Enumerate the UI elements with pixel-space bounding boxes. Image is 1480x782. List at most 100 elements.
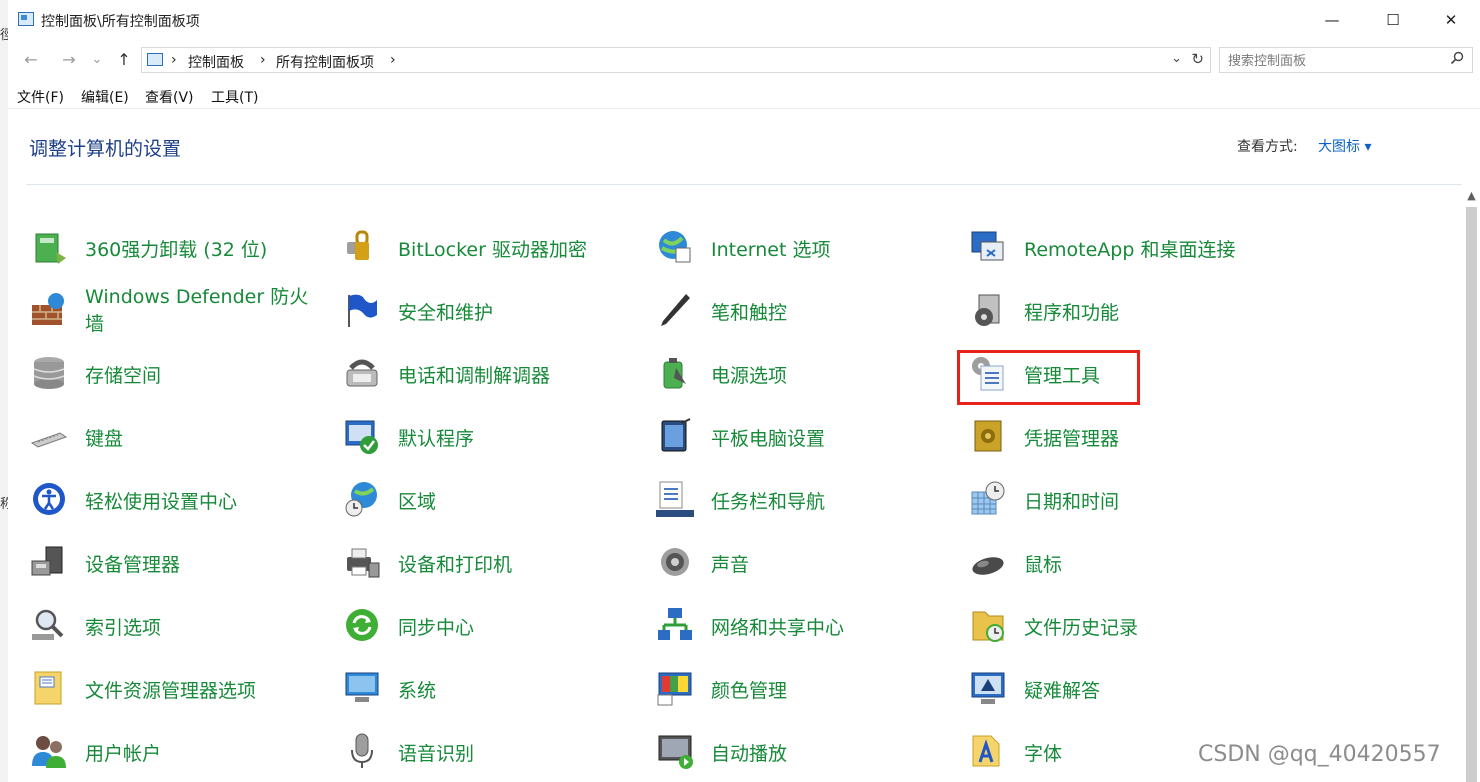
control-panel-item-label[interactable]: 声音 [711,550,749,577]
search-input[interactable] [1226,51,1440,71]
control-panel-item[interactable]: 同步中心 [342,595,642,655]
control-panel-item-label[interactable]: 日期和时间 [1024,487,1119,514]
control-panel-item-label[interactable]: 默认程序 [398,424,474,451]
control-panel-item-label[interactable]: 网络和共享中心 [711,613,844,640]
control-panel-item-label[interactable]: 疑难解答 [1024,676,1100,703]
breadcrumb-all-items[interactable]: 所有控制面板项 [276,52,374,72]
control-panel-item-label[interactable]: 任务栏和导航 [711,487,825,514]
address-field[interactable]: › 控制面板 › 所有控制面板项 › ⌄ ↻ [141,47,1211,73]
menu-edit[interactable]: 编辑(E) [81,87,129,107]
control-panel-item-label[interactable]: 设备管理器 [85,550,180,577]
breadcrumb-control-panel[interactable]: 控制面板 [188,52,244,72]
control-panel-item-label[interactable]: 区域 [398,487,436,514]
view-by-dropdown[interactable]: 大图标 ▾ [1318,136,1371,156]
back-button[interactable]: ← [20,50,42,69]
control-panel-item[interactable]: 凭据管理器 [968,406,1268,466]
scroll-up-arrow[interactable]: ▲ [1463,189,1480,202]
control-panel-item[interactable]: 安全和维护 [342,280,642,340]
control-panel-item[interactable]: 声音 [655,532,955,592]
forward-button[interactable]: → [58,50,80,69]
control-panel-item[interactable]: 程序和功能 [968,280,1268,340]
control-panel-item-label[interactable]: 鼠标 [1024,550,1062,577]
control-panel-item[interactable]: 疑难解答 [968,658,1268,718]
search-box[interactable] [1219,47,1473,73]
control-panel-item-label[interactable]: 平板电脑设置 [711,424,825,451]
control-panel-item-label[interactable]: 电源选项 [711,361,787,388]
control-panel-item-label[interactable]: 文件资源管理器选项 [85,676,256,703]
scroll-thumb[interactable] [1466,207,1477,782]
control-panel-item-label[interactable]: 用户帐户 [85,739,161,766]
recent-locations-button[interactable]: ⌄ [86,52,108,67]
control-panel-item[interactable]: 系统 [342,658,642,718]
menu-view[interactable]: 查看(V) [145,87,194,107]
control-panel-item[interactable]: 电源选项 [655,343,955,403]
control-panel-item[interactable]: 设备和打印机 [342,532,642,592]
control-panel-item[interactable]: 区域 [342,469,642,529]
maximize-button[interactable]: ☐ [1370,4,1416,36]
control-panel-item[interactable]: 语音识别 [342,721,642,781]
control-panel-item-label[interactable]: 程序和功能 [1024,298,1119,325]
control-panel-item-label[interactable]: Internet 选项 [711,235,830,262]
control-panel-item[interactable]: 日期和时间 [968,469,1268,529]
control-panel-item-label[interactable]: 系统 [398,676,436,703]
control-panel-item-label[interactable]: RemoteApp 和桌面连接 [1024,235,1235,262]
control-panel-item-label[interactable]: 索引选项 [85,613,161,640]
control-panel-item-label[interactable]: 笔和触控 [711,298,787,325]
control-panel-item-label[interactable]: 键盘 [85,424,123,451]
menu-tools[interactable]: 工具(T) [211,87,258,107]
control-panel-item[interactable]: 颜色管理 [655,658,955,718]
control-panel-item[interactable]: 笔和触控 [655,280,955,340]
title-bar[interactable]: 控制面板\所有控制面板项 — ☐ ✕ [8,0,1480,40]
control-panel-item[interactable]: 键盘 [29,406,329,466]
search-icon[interactable] [1450,51,1464,69]
control-panel-item[interactable]: 网络和共享中心 [655,595,955,655]
control-panel-item[interactable]: 自动播放 [655,721,955,781]
minimize-button[interactable]: — [1309,4,1355,36]
page-title: 调整计算机的设置 [29,138,182,160]
control-panel-item-label[interactable]: Windows Defender 防火墙 [85,284,325,338]
control-panel-item-label[interactable]: 设备和打印机 [398,550,512,577]
control-panel-item[interactable]: Windows Defender 防火墙 [29,280,329,340]
control-panel-item-label[interactable]: 安全和维护 [398,298,493,325]
vertical-scrollbar[interactable]: ▲ [1463,185,1480,782]
control-panel-item-label[interactable]: 电话和调制解调器 [398,361,550,388]
breadcrumb-separator: › [171,52,177,68]
address-dropdown-icon[interactable]: ⌄ [1171,51,1182,66]
control-panel-item[interactable]: 存储空间 [29,343,329,403]
control-panel-item-label[interactable]: 自动播放 [711,739,787,766]
power-icon [655,353,695,393]
control-panel-item-label[interactable]: 颜色管理 [711,676,787,703]
control-panel-item[interactable]: 设备管理器 [29,532,329,592]
pen-icon [655,290,695,330]
control-panel-item[interactable]: 索引选项 [29,595,329,655]
control-panel-item-label[interactable]: 文件历史记录 [1024,613,1138,640]
control-panel-item-label[interactable]: 语音识别 [398,739,474,766]
close-button[interactable]: ✕ [1428,4,1474,36]
control-panel-item[interactable]: 轻松使用设置中心 [29,469,329,529]
control-panel-item[interactable]: Internet 选项 [655,217,955,277]
menu-file[interactable]: 文件(F) [17,87,64,107]
control-panel-item[interactable]: 360强力卸载 (32 位) [29,217,329,277]
control-panel-item-label[interactable]: 存储空间 [85,361,161,388]
up-button[interactable]: ↑ [113,50,135,69]
control-panel-item-label[interactable]: BitLocker 驱动器加密 [398,235,587,262]
control-panel-item-label[interactable]: 凭据管理器 [1024,424,1119,451]
control-panel-item[interactable]: 电话和调制解调器 [342,343,642,403]
control-panel-item[interactable]: RemoteApp 和桌面连接 [968,217,1268,277]
control-panel-item[interactable]: 平板电脑设置 [655,406,955,466]
control-panel-item[interactable]: 鼠标 [968,532,1268,592]
control-panel-item[interactable]: 默认程序 [342,406,642,466]
control-panel-item[interactable]: 用户帐户 [29,721,329,781]
control-panel-item[interactable]: 文件资源管理器选项 [29,658,329,718]
control-panel-item-label[interactable]: 360强力卸载 (32 位) [85,235,267,262]
refresh-icon[interactable]: ↻ [1191,50,1204,68]
watermark: CSDN @qq_40420557 [1198,742,1441,767]
control-panel-item[interactable]: BitLocker 驱动器加密 [342,217,642,277]
folder-options-icon [29,668,69,708]
control-panel-item-label[interactable]: 轻松使用设置中心 [85,487,237,514]
control-panel-window: 控制面板\所有控制面板项 — ☐ ✕ ← → ⌄ ↑ › 控制面板 › 所有控制… [8,0,1480,782]
control-panel-item[interactable]: 文件历史记录 [968,595,1268,655]
control-panel-item[interactable]: 任务栏和导航 [655,469,955,529]
control-panel-item-label[interactable]: 字体 [1024,739,1062,766]
control-panel-item-label[interactable]: 同步中心 [398,613,474,640]
